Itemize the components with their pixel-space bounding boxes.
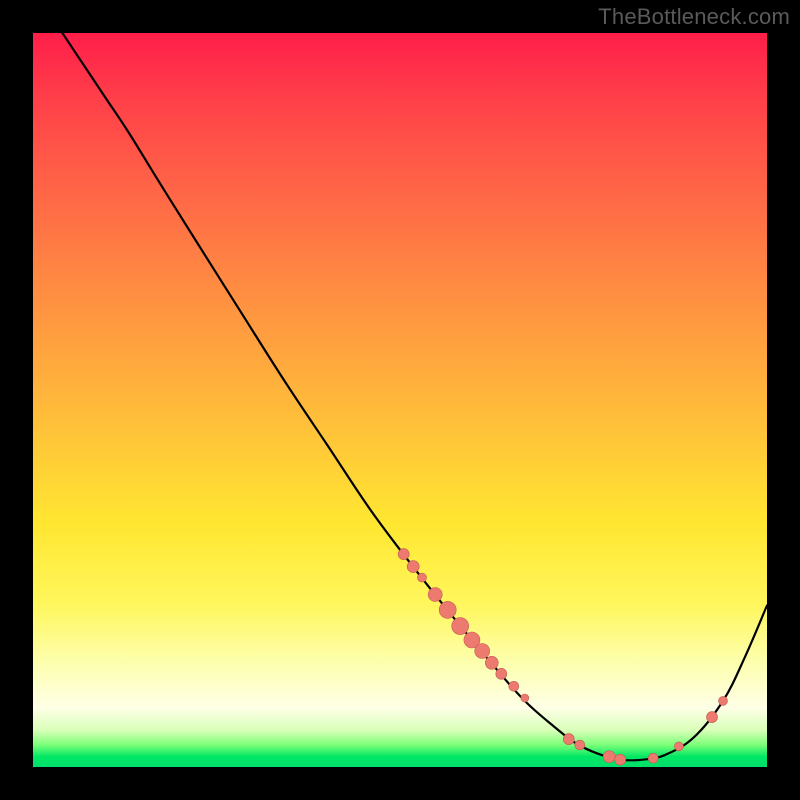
scatter-dot xyxy=(648,753,658,763)
scatter-dot xyxy=(575,740,585,750)
scatter-dot xyxy=(509,681,519,691)
scatter-dot xyxy=(475,644,490,659)
scatter-dot xyxy=(615,754,626,765)
scatter-dot xyxy=(418,573,427,582)
scatter-dot xyxy=(521,694,529,702)
curve-path xyxy=(62,33,767,760)
chart-plot-area xyxy=(33,33,767,767)
scatter-dot xyxy=(407,561,419,573)
app-frame: TheBottleneck.com xyxy=(0,0,800,800)
scatter-dot xyxy=(707,712,718,723)
scatter-dot xyxy=(439,601,456,618)
scatter-dot xyxy=(603,751,615,763)
scatter-dot xyxy=(398,549,409,560)
scatter-dot xyxy=(452,618,469,635)
scatter-dot xyxy=(485,656,498,669)
chart-svg xyxy=(33,33,767,767)
scatter-dot xyxy=(719,696,728,705)
scatter-dot xyxy=(428,588,442,602)
watermark-text: TheBottleneck.com xyxy=(598,4,790,30)
scatter-dot xyxy=(496,668,507,679)
scatter-dot xyxy=(563,734,574,745)
scatter-dot xyxy=(674,742,683,751)
